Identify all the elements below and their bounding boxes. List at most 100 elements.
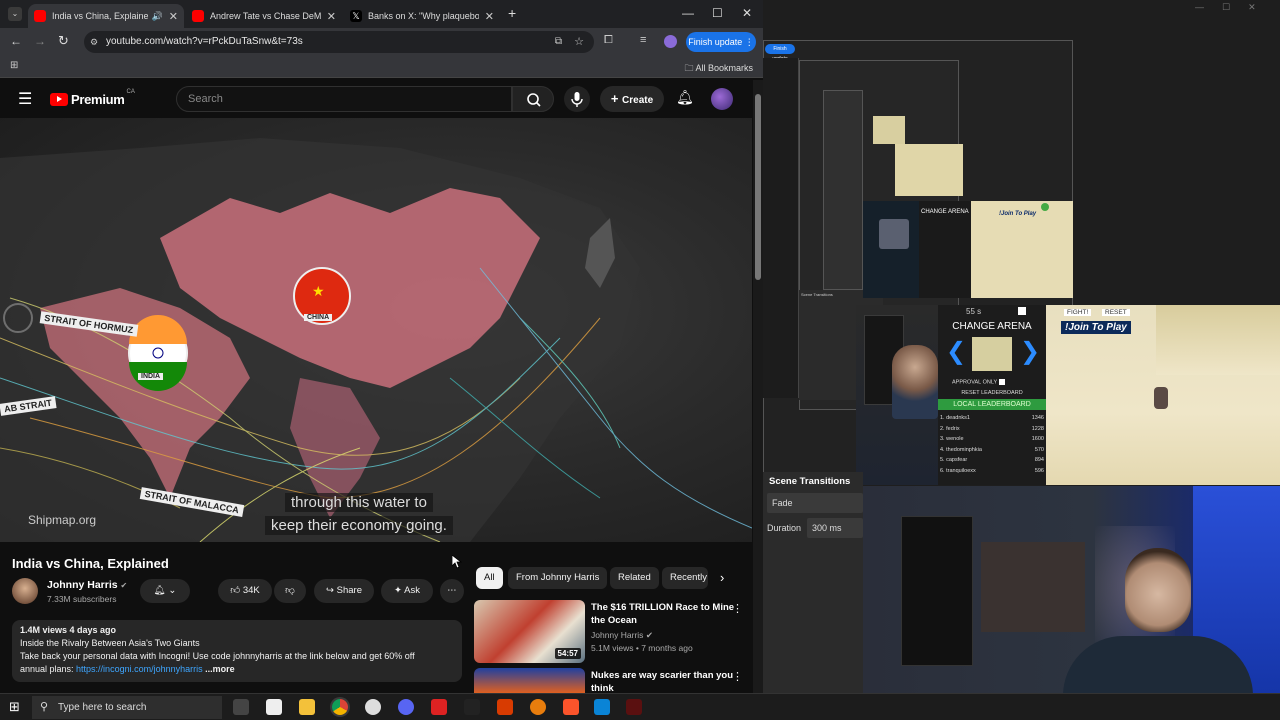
duration-value: 300 ms bbox=[812, 523, 842, 533]
share-icon: ↪ bbox=[326, 585, 334, 596]
close-window-icon[interactable]: ✕ bbox=[742, 6, 752, 20]
task-view-icon[interactable] bbox=[233, 699, 249, 715]
join-to-play-banner: !Join To Play bbox=[1061, 321, 1131, 334]
voicemod-icon[interactable] bbox=[431, 699, 447, 715]
app-x-icon[interactable] bbox=[464, 699, 480, 715]
chip-related[interactable]: Related bbox=[610, 567, 659, 589]
thumbs-up-icon: 👍︎ bbox=[230, 585, 241, 596]
page-scrollbar[interactable] bbox=[753, 80, 763, 693]
chip-from-johnny-harris[interactable]: From Johnny Harris bbox=[508, 567, 608, 589]
more-horizontal-icon: ⋯ bbox=[447, 585, 457, 596]
apps-grid-icon[interactable]: ⊞ bbox=[10, 60, 18, 71]
dislike-button[interactable]: 👎︎ bbox=[274, 579, 306, 603]
chips-next-arrow-icon[interactable]: › bbox=[720, 570, 724, 585]
arena-preview bbox=[972, 337, 1012, 371]
tab-close-icon[interactable]: ✕ bbox=[169, 10, 178, 23]
recommendation-item[interactable]: 54:57 The $16 TRILLION Race to Mine the … bbox=[474, 600, 744, 664]
description-line-3: annual plans: https://incogni.com/johnny… bbox=[20, 663, 454, 676]
tab-close-icon[interactable]: ✕ bbox=[485, 10, 494, 23]
chip-all[interactable]: All bbox=[476, 567, 503, 589]
all-bookmarks-button[interactable]: 🗀 All Bookmarks bbox=[684, 61, 753, 77]
channel-avatar[interactable] bbox=[12, 578, 38, 604]
more-vertical-icon[interactable]: ⋮ bbox=[732, 602, 743, 615]
leaderboard-row: 6. tranquiloexx 596 bbox=[940, 466, 1044, 477]
discord-icon[interactable] bbox=[398, 699, 414, 715]
extensions-icon[interactable]: ⧠ bbox=[604, 34, 613, 47]
more-vertical-icon[interactable]: ⋮ bbox=[732, 670, 743, 683]
maximize-icon[interactable]: ☐ bbox=[712, 6, 723, 20]
finish-update-button[interactable]: Finish update ⋮ bbox=[686, 32, 756, 52]
minimize-icon[interactable]: — bbox=[682, 6, 694, 20]
video-player[interactable]: ★ CHINA INDIA STRAIT OF HORMUZ AB STRAIT… bbox=[0, 118, 752, 542]
search-icon bbox=[527, 93, 541, 107]
subscribed-bell-button[interactable]: 🔔︎ ⌄ bbox=[140, 579, 190, 603]
new-tab-icon[interactable]: + bbox=[508, 5, 516, 21]
forward-icon[interactable]: → bbox=[34, 34, 46, 48]
player-character bbox=[1154, 387, 1168, 409]
file-explorer-icon[interactable] bbox=[299, 699, 315, 715]
epic-games-icon[interactable] bbox=[266, 699, 282, 715]
all-bookmarks-label: All Bookmarks bbox=[695, 63, 753, 73]
create-button[interactable]: + Create bbox=[600, 86, 664, 112]
menu-hamburger-icon[interactable]: ☰ bbox=[18, 89, 32, 109]
incogni-link[interactable]: https://incogni.com/johnnyharris bbox=[76, 664, 203, 674]
media-icon[interactable]: ≡ bbox=[640, 34, 646, 46]
recommendation-title-line-2: the Ocean bbox=[591, 615, 637, 626]
chrome-icon[interactable] bbox=[332, 699, 348, 715]
recommendation-thumbnail[interactable]: 54:57 bbox=[474, 600, 585, 663]
site-info-icon[interactable]: ⚙ bbox=[90, 31, 98, 53]
back-icon[interactable]: ← bbox=[10, 34, 22, 48]
search-input[interactable]: Search bbox=[176, 86, 512, 112]
transition-select[interactable]: Fade bbox=[767, 493, 863, 513]
tab-close-icon[interactable]: ✕ bbox=[327, 10, 336, 23]
player-name: thedominphkia bbox=[946, 446, 982, 453]
profile-icon[interactable] bbox=[664, 35, 677, 48]
blender-icon[interactable] bbox=[530, 699, 546, 715]
vscode-icon[interactable] bbox=[594, 699, 610, 715]
player-name: tranquiloexx bbox=[946, 467, 976, 474]
recommendation-title-line-1: The $16 TRILLION Race to Mine bbox=[591, 602, 735, 613]
subtitle-line-2: keep their economy going. bbox=[265, 516, 453, 535]
channel-name[interactable]: Johnny Harris ✔ bbox=[47, 579, 127, 591]
recommendation-thumbnail[interactable] bbox=[474, 668, 585, 693]
speaker-icon[interactable]: 🔊 bbox=[152, 11, 163, 22]
cast-icon[interactable]: ⧉ bbox=[555, 31, 562, 53]
logo-text: Premium bbox=[71, 92, 125, 107]
address-bar[interactable]: ⚙ youtube.com/watch?v=rPckDuTaSnw&t=73s … bbox=[84, 31, 594, 53]
tab-banks-on-x[interactable]: 𝕏 Banks on X: "Why plaqueboym ✕ bbox=[344, 4, 500, 28]
start-button-icon[interactable]: ⊞ bbox=[9, 699, 20, 715]
scrollbar-thumb[interactable] bbox=[755, 94, 761, 280]
leaderboard-list: 1. dead​nks1 1346 2. fedrix 1228 3. wenole… bbox=[940, 413, 1044, 476]
brave-icon[interactable] bbox=[563, 699, 579, 715]
bookmarks-bar: ⊞ 🗀 All Bookmarks bbox=[0, 56, 763, 78]
like-button[interactable]: 👍︎ 34K bbox=[218, 579, 272, 603]
more-actions-button[interactable]: ⋯ bbox=[440, 579, 464, 603]
chip-recently[interactable]: Recently bbox=[662, 567, 708, 589]
tab-andrew-tate[interactable]: Andrew Tate vs Chase DeMoor ✕ bbox=[186, 4, 342, 28]
nested-game-large: CHANGE ARENA !Join To Play bbox=[863, 201, 1073, 298]
share-button[interactable]: ↪ Share bbox=[314, 579, 374, 603]
show-more-button[interactable]: ...more bbox=[205, 664, 235, 674]
tab-search-dropdown-icon[interactable]: ⌄ bbox=[8, 7, 22, 21]
reload-icon[interactable]: ↻ bbox=[58, 33, 69, 49]
game-app-icon[interactable] bbox=[626, 699, 642, 715]
webcam-feed bbox=[863, 486, 1280, 693]
duration-input[interactable]: 300 ms bbox=[807, 518, 863, 538]
finish-update-label: Finish update bbox=[688, 37, 743, 47]
voice-search-button[interactable] bbox=[564, 86, 590, 112]
obs-window-controls: —☐✕ bbox=[1195, 2, 1274, 12]
description-line-1: Inside the Rivalry Between Asia's Two Gi… bbox=[20, 638, 200, 648]
office-icon[interactable] bbox=[497, 699, 513, 715]
bookmark-star-icon[interactable]: ☆ bbox=[574, 31, 584, 53]
leaderboard-row: 2. fedrix 1228 bbox=[940, 424, 1044, 435]
notifications-bell-icon[interactable]: 🔔︎ bbox=[676, 89, 694, 106]
ask-button[interactable]: ✦ Ask bbox=[381, 579, 433, 603]
tab-india-vs-china[interactable]: India vs China, Explained - Y 🔊 ✕ bbox=[28, 4, 184, 28]
account-avatar[interactable] bbox=[711, 88, 733, 110]
description-box[interactable]: 1.4M views 4 days ago Inside the Rivalry… bbox=[12, 620, 462, 682]
youtube-logo[interactable]: Premium CA bbox=[50, 89, 135, 107]
taskbar-search-input[interactable]: ⚲ Type here to search bbox=[32, 696, 222, 719]
obs-icon[interactable] bbox=[365, 699, 381, 715]
search-button[interactable] bbox=[512, 86, 554, 112]
recommendation-item[interactable]: Nukes are way scarier than you think ⋮ bbox=[474, 668, 744, 693]
